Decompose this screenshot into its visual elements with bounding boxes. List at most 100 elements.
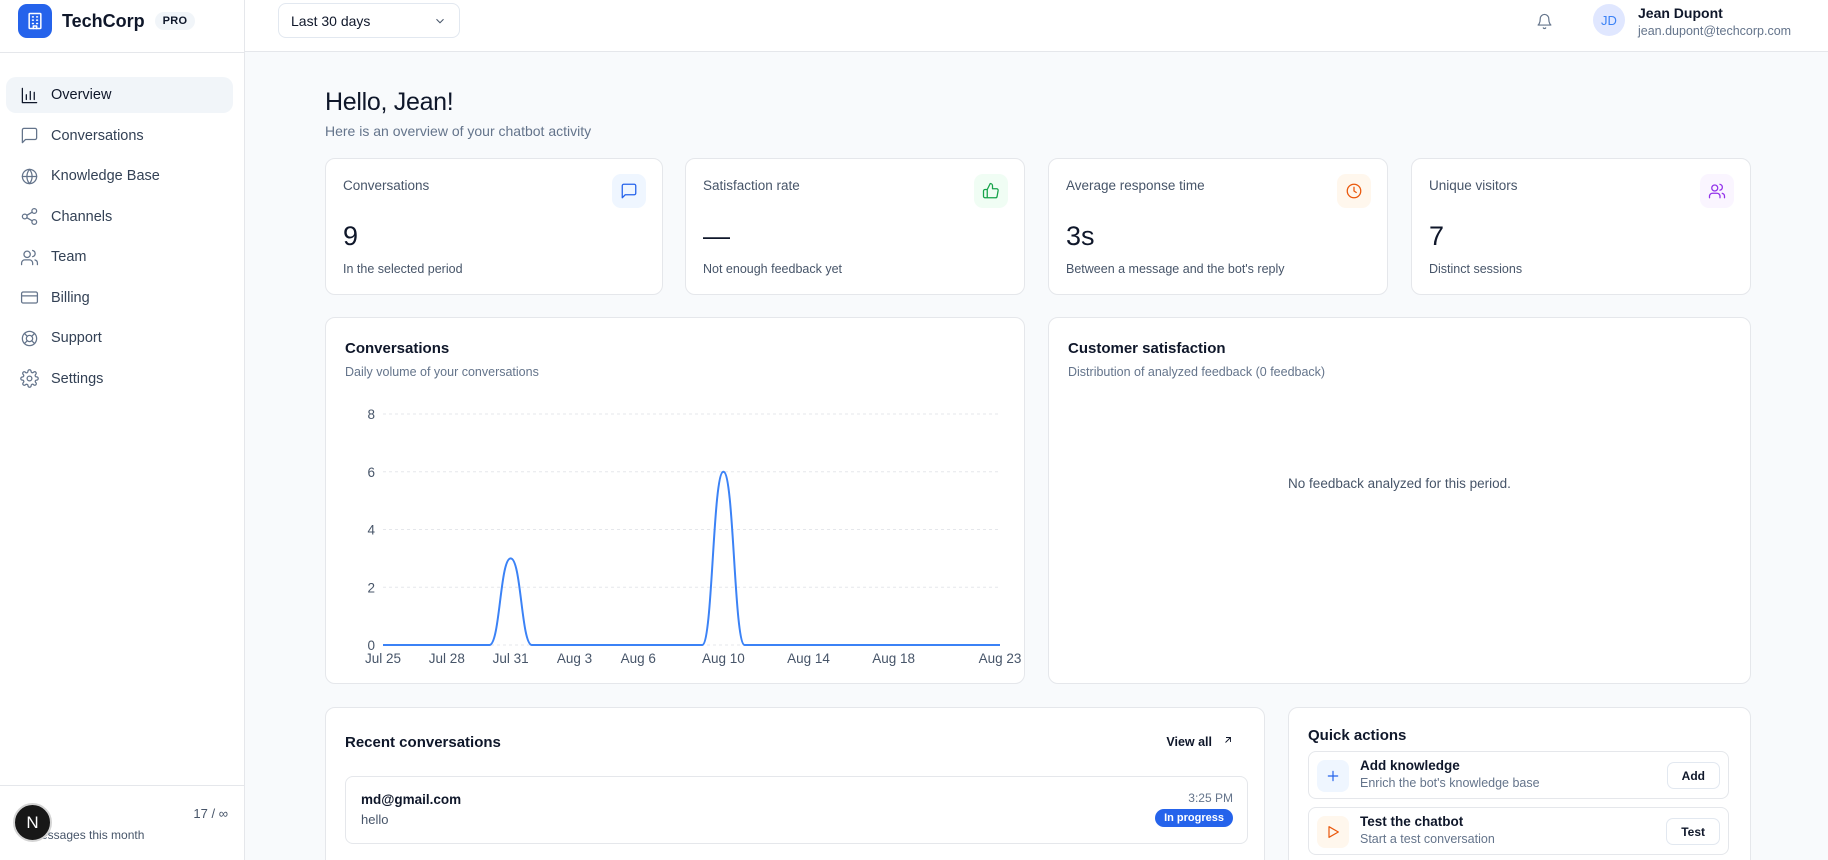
sidebar-item-team[interactable]: Team: [6, 239, 233, 275]
brand-name: TechCorp: [62, 10, 145, 31]
test-button[interactable]: Test: [1666, 818, 1720, 845]
quick-action-name: Add knowledge: [1360, 758, 1460, 773]
period-select[interactable]: Last 30 days: [278, 3, 460, 38]
sidebar-item-label: Settings: [51, 370, 104, 387]
x-tick-label: Aug 14: [787, 651, 830, 666]
conversation-list-item[interactable]: md@gmail.com hello 3:25 PM In progress: [345, 776, 1248, 844]
bell-icon[interactable]: [1531, 8, 1557, 34]
stat-card-visitors: Unique visitors 7 Distinct sessions: [1411, 158, 1751, 295]
sidebar-item-knowledge-base[interactable]: Knowledge Base: [6, 158, 233, 194]
satisfaction-title: Customer satisfaction: [1068, 340, 1226, 357]
empty-state-message: No feedback analyzed for this period.: [1288, 476, 1511, 491]
stat-title: Conversations: [343, 178, 430, 193]
sidebar-nav: Overview Conversations Knowledge Base Ch…: [6, 77, 233, 401]
bar-chart-icon: [19, 85, 39, 105]
conversations-chart-card: Conversations Daily volume of your conve…: [325, 317, 1025, 684]
sidebar: TechCorp PRO Overview Conversations Know…: [0, 0, 245, 860]
quick-action-description: Start a test conversation: [1360, 832, 1495, 846]
usage-count: 17 / ∞: [193, 806, 228, 821]
users-icon: [19, 247, 39, 267]
user-avatar[interactable]: JD: [1593, 4, 1625, 36]
stat-card-conversations: Conversations 9 In the selected period: [325, 158, 663, 295]
add-button[interactable]: Add: [1666, 762, 1720, 789]
view-all-link[interactable]: View all: [1166, 734, 1234, 749]
brand[interactable]: TechCorp PRO: [18, 4, 196, 38]
sidebar-item-label: Conversations: [51, 127, 144, 144]
x-tick-label: Aug 3: [557, 651, 592, 666]
y-tick-label: 8: [367, 407, 375, 422]
stat-title: Unique visitors: [1429, 178, 1518, 193]
view-all-label: View all: [1166, 734, 1212, 749]
message-square-icon: [612, 174, 646, 208]
sidebar-item-support[interactable]: Support: [6, 320, 233, 356]
series-line: [383, 470, 1000, 646]
sidebar-item-label: Support: [51, 330, 102, 346]
page-subtitle: Here is an overview of your chatbot acti…: [325, 123, 592, 139]
sidebar-item-channels[interactable]: Channels: [6, 199, 233, 235]
quick-action-test-chatbot[interactable]: Test the chatbot Start a test conversati…: [1308, 807, 1729, 855]
sidebar-item-label: Overview: [51, 87, 112, 103]
stat-value: 3s: [1066, 221, 1095, 251]
quick-action-name: Test the chatbot: [1360, 814, 1464, 829]
conversation-preview: hello: [361, 812, 389, 827]
sidebar-item-conversations[interactable]: Conversations: [6, 118, 233, 154]
stat-subtitle: Distinct sessions: [1429, 262, 1523, 276]
plan-badge: PRO: [154, 12, 196, 30]
y-tick-label: 4: [367, 523, 375, 538]
x-tick-label: Jul 25: [365, 651, 401, 666]
stat-value: 9: [343, 221, 359, 251]
y-tick-label: 6: [367, 465, 375, 480]
conversation-time: 3:25 PM: [1188, 791, 1233, 805]
sidebar-item-billing[interactable]: Billing: [6, 280, 233, 316]
user-email: jean.dupont@techcorp.com: [1638, 24, 1792, 38]
divider: [0, 52, 244, 53]
plus-icon: [1317, 760, 1349, 792]
x-tick-label: Aug 18: [872, 651, 915, 666]
building-icon: [18, 4, 52, 38]
quick-actions-card: Quick actions Add knowledge Enrich the b…: [1288, 707, 1751, 860]
chevron-down-icon: [433, 14, 447, 28]
stat-subtitle: Between a message and the bot's reply: [1066, 262, 1285, 276]
thumbs-up-icon: [974, 174, 1008, 208]
life-buoy-icon: [19, 328, 39, 348]
stat-subtitle: In the selected period: [343, 262, 463, 276]
users-icon: [1700, 174, 1734, 208]
avatar[interactable]: N: [13, 803, 52, 842]
x-tick-label: Aug 23: [979, 651, 1022, 666]
stat-title: Average response time: [1066, 178, 1205, 193]
period-select-value: Last 30 days: [291, 12, 371, 29]
x-tick-label: Aug 6: [621, 651, 656, 666]
gear-icon: [19, 369, 39, 389]
sidebar-item-label: Channels: [51, 208, 113, 225]
stat-value: 7: [1429, 221, 1445, 251]
sidebar-item-label: Billing: [51, 289, 90, 306]
stat-title: Satisfaction rate: [703, 178, 800, 193]
quick-actions-title: Quick actions: [1308, 727, 1407, 744]
sidebar-item-label: Knowledge Base: [51, 168, 160, 184]
usage-footer: essages this month 17 / ∞ N: [0, 785, 244, 860]
satisfaction-card: Customer satisfaction Distribution of an…: [1048, 317, 1751, 684]
share-icon: [19, 207, 39, 227]
page-title: Hello, Jean!: [325, 88, 454, 116]
arrow-up-right-icon: [1212, 734, 1234, 749]
recent-conversations-card: Recent conversations View all md@gmail.c…: [325, 707, 1265, 860]
stat-card-satisfaction: Satisfaction rate — Not enough feedback …: [685, 158, 1025, 295]
message-square-icon: [19, 126, 39, 146]
y-tick-label: 2: [367, 580, 375, 595]
conversations-line-chart: 02468Jul 25 Jul 28 Jul 31 Aug 3 Aug 6 Aug 10 A…: [365, 407, 1022, 666]
stat-value: —: [703, 221, 730, 251]
recent-title: Recent conversations: [345, 734, 501, 751]
credit-card-icon: [19, 288, 39, 308]
sidebar-item-settings[interactable]: Settings: [6, 361, 233, 397]
x-tick-label: Jul 31: [493, 651, 529, 666]
top-header: Last 30 days JD Jean Dupont jean.dupont@…: [245, 0, 1828, 52]
sidebar-item-overview[interactable]: Overview: [6, 77, 233, 113]
globe-icon: [19, 166, 39, 186]
quick-action-description: Enrich the bot's knowledge base: [1360, 776, 1540, 790]
quick-action-add-knowledge[interactable]: Add knowledge Enrich the bot's knowledge…: [1308, 751, 1729, 799]
satisfaction-subtitle: Distribution of analyzed feedback (0 fee…: [1068, 365, 1326, 379]
sidebar-item-label: Team: [51, 249, 87, 265]
usage-label: essages this month: [41, 828, 145, 842]
conversation-email: md@gmail.com: [361, 792, 462, 807]
clock-icon: [1337, 174, 1371, 208]
